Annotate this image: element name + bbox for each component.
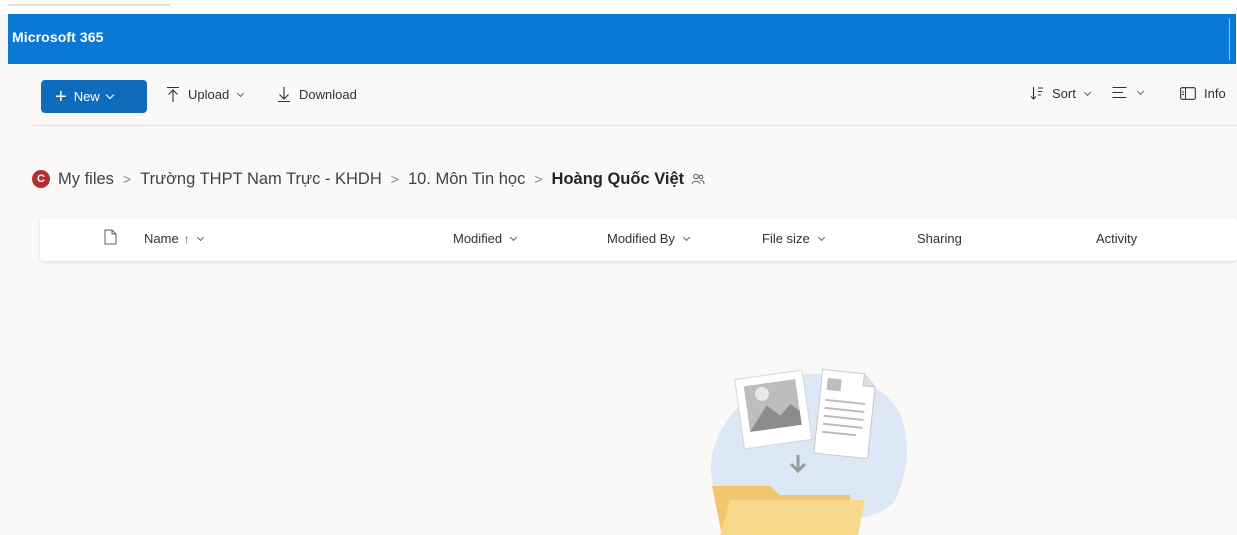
chevron-down-icon — [510, 233, 518, 241]
sort-ascending-icon: ↑ — [183, 231, 190, 246]
sort-button-label: Sort — [1052, 86, 1076, 101]
upload-button-label: Upload — [188, 87, 230, 102]
avatar: C — [32, 170, 50, 188]
new-button[interactable]: + New — [41, 80, 147, 113]
column-header-sharing[interactable]: Sharing — [917, 231, 962, 246]
sort-icon — [1030, 87, 1043, 100]
chevron-right-icon: > — [122, 171, 132, 187]
new-button-label: New — [73, 89, 100, 104]
breadcrumb: C My files > Trường THPT Nam Trực - KHDH… — [32, 166, 705, 192]
column-header-name[interactable]: Name ↑ — [144, 231, 204, 246]
column-name-label: Name — [144, 231, 179, 246]
chevron-right-icon: > — [390, 171, 399, 187]
app-brand[interactable]: Microsoft 365 — [12, 29, 104, 45]
chevron-down-icon — [1136, 87, 1145, 95]
download-icon — [278, 87, 290, 103]
column-modified-by-label: Modified By — [607, 231, 675, 246]
shared-people-icon — [691, 173, 705, 185]
chevron-down-icon — [1083, 88, 1091, 96]
upload-icon — [167, 86, 179, 102]
column-header-modified-by[interactable]: Modified By — [607, 231, 690, 246]
browser-top-strip — [0, 0, 1237, 14]
chevron-down-icon — [682, 233, 690, 241]
column-sharing-label: Sharing — [917, 231, 962, 246]
info-button[interactable]: Info — [1180, 86, 1226, 101]
download-button[interactable]: Download — [277, 86, 357, 103]
info-button-label: Info — [1204, 86, 1226, 101]
breadcrumb-item-school[interactable]: Trường THPT Nam Trực - KHDH — [140, 170, 382, 189]
breadcrumb-item-my-files[interactable]: My files — [58, 170, 114, 189]
column-header-file-size[interactable]: File size — [762, 231, 825, 246]
column-activity-label: Activity — [1096, 231, 1138, 246]
chevron-down-icon — [105, 90, 114, 99]
suitebar-divider — [1229, 18, 1230, 60]
file-list-header: Name ↑ Modified Modified By File size Sh… — [40, 218, 1237, 261]
breadcrumb-current-folder: Hoàng Quốc Việt — [551, 169, 685, 188]
info-icon — [1180, 87, 1196, 100]
column-modified-label: Modified — [453, 231, 503, 246]
column-header-activity[interactable]: Activity — [1096, 231, 1137, 246]
chevron-right-icon: > — [534, 171, 543, 187]
plus-icon: + — [55, 85, 67, 108]
breadcrumb-item-subject[interactable]: 10. Môn Tin học — [408, 170, 525, 189]
column-header-modified[interactable]: Modified — [453, 231, 518, 246]
view-options-icon — [1112, 86, 1127, 99]
download-button-label: Download — [299, 87, 357, 102]
tab-stub — [8, 0, 170, 6]
empty-folder-illustration — [710, 368, 907, 535]
suite-header: Microsoft 365 — [8, 14, 1236, 64]
column-file-size-label: File size — [762, 231, 810, 246]
sort-button[interactable]: Sort — [1030, 86, 1091, 101]
chevron-down-icon — [817, 233, 825, 241]
chevron-down-icon — [237, 89, 245, 97]
command-bar: + New Upload Download Sort Info — [32, 64, 1237, 126]
document-icon[interactable] — [104, 229, 117, 245]
upload-button[interactable]: Upload — [166, 86, 245, 103]
view-options-button[interactable] — [1112, 86, 1145, 99]
chevron-down-icon — [196, 233, 204, 241]
